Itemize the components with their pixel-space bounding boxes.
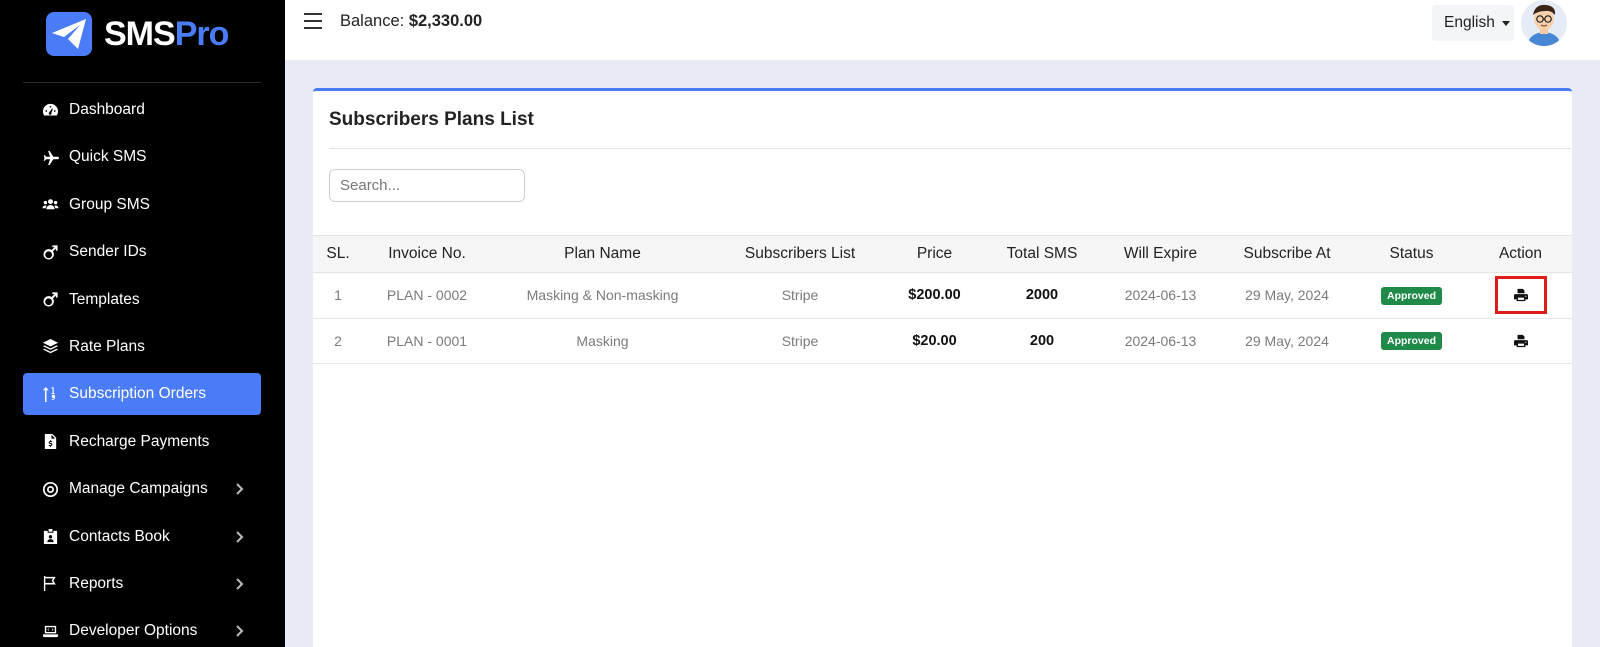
cell-status: Approved bbox=[1354, 318, 1469, 364]
speedometer-icon bbox=[41, 101, 59, 119]
sidebar-item-label: Rate Plans bbox=[69, 337, 145, 355]
cell-subscribers-list: Stripe bbox=[781, 287, 819, 304]
paper-plane-logo-icon bbox=[46, 12, 92, 56]
brand-name: SMSPro bbox=[104, 14, 229, 53]
table-row: 1 PLAN - 0002 Masking & Non-masking Stripe $… bbox=[313, 273, 1572, 319]
cell-action bbox=[1469, 273, 1572, 319]
users-icon bbox=[41, 196, 59, 214]
sidebar: SMSPro Dashboard Quick SMS Group SMS Sender… bbox=[0, 0, 285, 647]
sidebar-item-developer-options[interactable]: Developer Options bbox=[23, 610, 261, 647]
cell-plan-name: Masking bbox=[576, 332, 629, 349]
cell-subscribe-at: 29 May, 2024 bbox=[1245, 332, 1329, 349]
col-plan-name: Plan Name bbox=[564, 245, 641, 262]
cell-status: Approved bbox=[1354, 273, 1469, 319]
chevron-right-icon bbox=[231, 481, 247, 497]
print-icon bbox=[1513, 334, 1528, 348]
col-sl: SL. bbox=[326, 245, 350, 262]
subscribers-plans-card: Subscribers Plans List SL. Invoice No. P… bbox=[313, 88, 1572, 647]
cell-action bbox=[1469, 318, 1572, 364]
col-will-expire: Will Expire bbox=[1123, 245, 1198, 262]
topbar: Balance: $2,330.00 English bbox=[285, 0, 1600, 60]
sidebar-item-label: Subscription Orders bbox=[69, 385, 206, 403]
cell-subscribers-list: Stripe bbox=[781, 332, 819, 349]
balance-label: Balance: bbox=[340, 12, 405, 30]
print-button[interactable] bbox=[1495, 322, 1547, 360]
cell-sl: 2 bbox=[334, 332, 342, 349]
table-row: 2 PLAN - 0001 Masking Stripe $20.00 200 2024-0… bbox=[313, 318, 1572, 364]
caret-down-icon bbox=[1501, 20, 1510, 26]
cell-invoice: PLAN - 0001 bbox=[386, 332, 468, 349]
sidebar-item-label: Contacts Book bbox=[69, 527, 170, 545]
sidebar-item-label: Sender IDs bbox=[69, 243, 147, 261]
cell-price: $20.00 bbox=[912, 332, 957, 349]
sidebar-item-recharge-payments[interactable]: Recharge Payments bbox=[23, 421, 261, 463]
col-price: Price bbox=[916, 245, 953, 262]
search-input[interactable] bbox=[329, 169, 525, 202]
plane-icon bbox=[41, 148, 59, 166]
bullseye-icon bbox=[41, 480, 59, 498]
cell-will-expire: 2024-06-13 bbox=[1124, 332, 1197, 349]
col-action: Action bbox=[1498, 245, 1543, 262]
brand-logo[interactable]: SMSPro bbox=[46, 12, 229, 56]
sidebar-item-label: Reports bbox=[69, 574, 124, 592]
sidebar-item-sender-ids[interactable]: Sender IDs bbox=[23, 231, 261, 273]
sidebar-item-contacts-book[interactable]: Contacts Book bbox=[23, 516, 261, 558]
sidebar-item-quick-sms[interactable]: Quick SMS bbox=[23, 136, 261, 178]
cell-total-sms: 200 bbox=[1029, 332, 1055, 349]
cell-invoice: PLAN - 0002 bbox=[386, 287, 468, 304]
sidebar-item-subscription-orders[interactable]: Subscription Orders bbox=[23, 373, 261, 416]
sidebar-item-group-sms[interactable]: Group SMS bbox=[23, 184, 261, 226]
sidebar-item-templates[interactable]: Templates bbox=[23, 279, 261, 321]
laptop-code-icon bbox=[41, 622, 59, 640]
page-title: Subscribers Plans List bbox=[329, 109, 534, 130]
cell-subscribe-at: 29 May, 2024 bbox=[1245, 287, 1329, 304]
sidebar-item-reports[interactable]: Reports bbox=[23, 563, 261, 605]
cell-total-sms: 2000 bbox=[1025, 287, 1059, 304]
sidebar-item-dashboard[interactable]: Dashboard bbox=[23, 89, 261, 131]
male-icon bbox=[41, 291, 59, 309]
col-subscribe-at: Subscribe At bbox=[1243, 245, 1331, 262]
sort-icon bbox=[41, 385, 59, 403]
user-avatar[interactable] bbox=[1521, 0, 1567, 46]
sidebar-item-label: Group SMS bbox=[69, 195, 150, 213]
sidebar-divider bbox=[23, 82, 261, 83]
sidebar-item-label: Templates bbox=[69, 290, 140, 308]
print-button[interactable] bbox=[1494, 276, 1547, 315]
chevron-right-icon bbox=[231, 576, 247, 592]
status-badge: Approved bbox=[1380, 286, 1442, 305]
plans-table: SL. Invoice No. Plan Name Subscribers Li… bbox=[313, 235, 1572, 364]
chevron-right-icon bbox=[231, 623, 247, 639]
invoice-dollar-icon bbox=[41, 433, 59, 451]
male-icon bbox=[41, 243, 59, 261]
sidebar-item-label: Developer Options bbox=[69, 622, 198, 640]
card-divider bbox=[329, 148, 1571, 149]
balance-value: $2,330.00 bbox=[408, 12, 483, 30]
sidebar-item-label: Quick SMS bbox=[69, 148, 147, 166]
sidebar-item-label: Manage Campaigns bbox=[69, 480, 208, 498]
sidebar-item-rate-plans[interactable]: Rate Plans bbox=[23, 326, 261, 368]
col-total-sms: Total SMS bbox=[1006, 245, 1078, 262]
language-label: English bbox=[1444, 14, 1495, 31]
sidebar-nav: Dashboard Quick SMS Group SMS Sender IDs Tem… bbox=[23, 89, 261, 647]
col-subscribers-list: Subscribers List bbox=[744, 245, 856, 262]
menu-toggle-icon[interactable] bbox=[304, 13, 322, 29]
sidebar-item-label: Recharge Payments bbox=[69, 432, 210, 450]
language-dropdown[interactable]: English bbox=[1432, 5, 1514, 41]
cell-price: $200.00 bbox=[908, 287, 961, 304]
table-header-row: SL. Invoice No. Plan Name Subscribers Li… bbox=[313, 235, 1572, 273]
layers-icon bbox=[41, 338, 59, 356]
print-icon bbox=[1513, 288, 1528, 302]
flag-icon bbox=[41, 575, 59, 593]
cell-will-expire: 2024-06-13 bbox=[1124, 287, 1197, 304]
cell-plan-name: Masking & Non-masking bbox=[526, 287, 679, 304]
sidebar-item-label: Dashboard bbox=[69, 101, 145, 118]
col-invoice: Invoice No. bbox=[388, 245, 466, 262]
cell-sl: 1 bbox=[334, 287, 342, 304]
col-status: Status bbox=[1389, 245, 1434, 262]
id-badge-icon bbox=[41, 528, 59, 546]
balance-display: Balance: $2,330.00 bbox=[340, 12, 482, 31]
chevron-right-icon bbox=[231, 529, 247, 545]
status-badge: Approved bbox=[1380, 332, 1442, 351]
sidebar-item-manage-campaigns[interactable]: Manage Campaigns bbox=[23, 468, 261, 510]
